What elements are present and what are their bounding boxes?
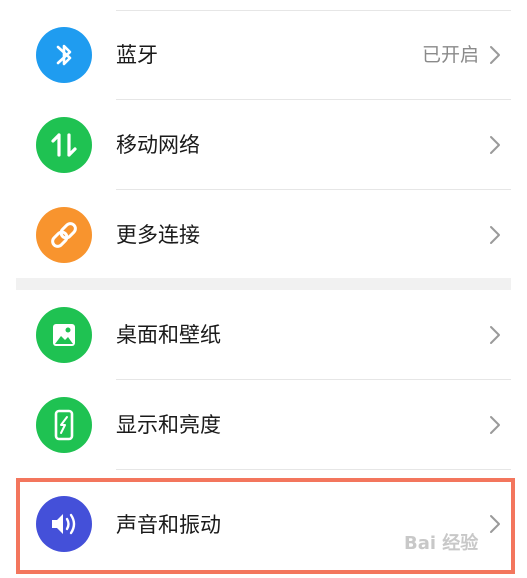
bluetooth-icon xyxy=(36,27,92,83)
settings-item-label: 更多连接 xyxy=(116,223,200,247)
settings-item-more-connections[interactable]: 更多连接 xyxy=(0,190,527,280)
chevron-right-icon xyxy=(490,416,500,434)
display-icon xyxy=(36,397,92,453)
settings-item-display-brightness[interactable]: 显示和亮度 xyxy=(0,380,527,470)
settings-item-label: 显示和亮度 xyxy=(116,413,221,437)
section-separator xyxy=(16,278,511,290)
chevron-right-icon xyxy=(490,136,500,154)
chevron-right-icon xyxy=(490,326,500,344)
settings-item-bluetooth[interactable]: 蓝牙 已开启 xyxy=(0,10,527,100)
highlight-box xyxy=(16,478,515,574)
chevron-right-icon xyxy=(490,46,500,64)
settings-item-mobile-network[interactable]: 移动网络 xyxy=(0,100,527,190)
link-icon xyxy=(36,207,92,263)
bluetooth-status: 已开启 xyxy=(421,44,479,66)
settings-item-label: 蓝牙 xyxy=(116,43,158,67)
chevron-right-icon xyxy=(490,226,500,244)
mobile-data-icon xyxy=(36,117,92,173)
watermark-text: Bai 经验 xyxy=(404,533,479,554)
settings-item-desktop-wallpaper[interactable]: 桌面和壁纸 xyxy=(0,290,527,380)
settings-item-label: 移动网络 xyxy=(116,133,200,157)
divider xyxy=(116,469,511,470)
wallpaper-icon xyxy=(36,307,92,363)
settings-item-label: 桌面和壁纸 xyxy=(116,323,221,347)
